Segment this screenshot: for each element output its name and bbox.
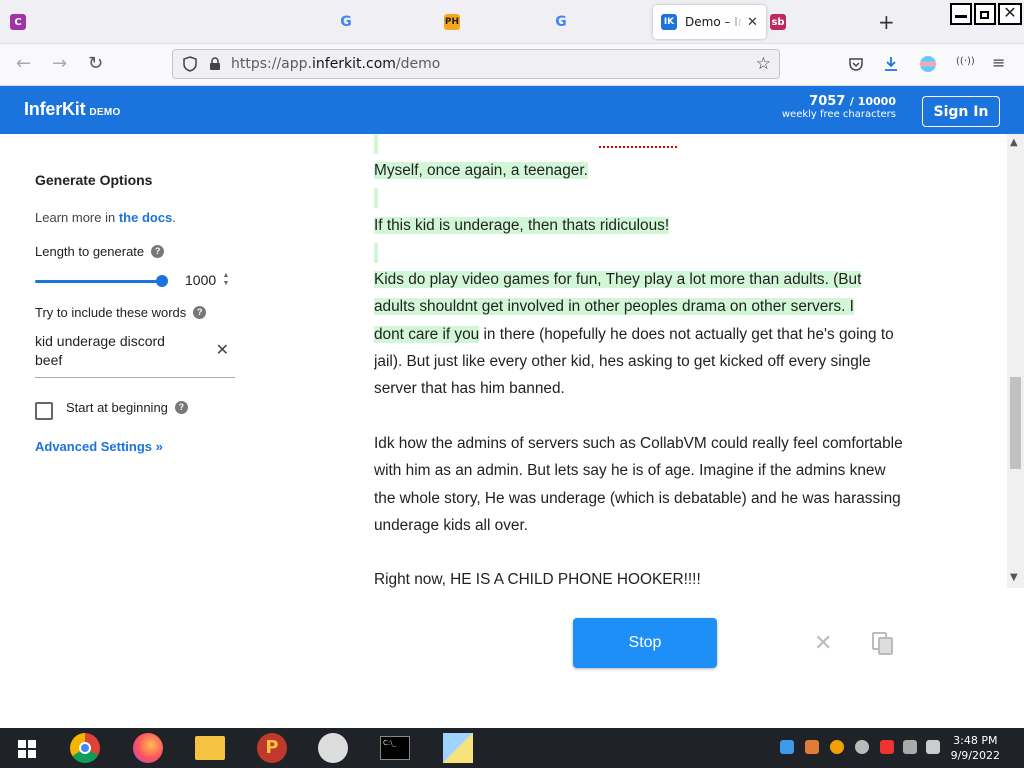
profile-avatar-icon[interactable]: [920, 56, 936, 72]
windows-taskbar: P C:\_ 3:48 PM 9/9/2022: [0, 728, 1024, 768]
length-slider-thumb[interactable]: [156, 275, 168, 287]
tab-title: Demo – InferKit: [685, 15, 743, 29]
text-paragraph: Right now, HE IS A CHILD PHONE HOOKER!!!…: [374, 571, 701, 588]
volume-icon[interactable]: [926, 740, 940, 754]
sticky-notes-icon[interactable]: [443, 733, 473, 763]
file-explorer-icon[interactable]: [195, 736, 225, 760]
sign-in-button[interactable]: Sign In: [922, 96, 1000, 127]
stop-button[interactable]: Stop: [573, 618, 717, 668]
restore-icon[interactable]: [974, 3, 996, 25]
tab-inferkit-demo[interactable]: IK Demo – InferKit ✕: [653, 5, 766, 39]
advanced-settings-link[interactable]: Advanced Settings »: [35, 439, 163, 454]
back-arrow-icon[interactable]: ←: [16, 53, 31, 74]
scroll-down-icon[interactable]: ▼: [1010, 572, 1018, 583]
tab-ph[interactable]: PH: [444, 5, 460, 39]
docs-link[interactable]: the docs: [119, 210, 172, 225]
network-icon[interactable]: [903, 740, 917, 754]
text-paragraph: If this kid is underage, then thats ridi…: [374, 216, 670, 234]
tray-app-icon[interactable]: [780, 740, 794, 754]
lock-icon[interactable]: [209, 57, 221, 71]
forward-arrow-icon[interactable]: →: [52, 53, 67, 74]
credits-counter: 7057 / 10000 weekly free characters: [781, 94, 896, 120]
tab-google-2[interactable]: G: [553, 5, 569, 39]
tab-sb[interactable]: sb: [770, 5, 786, 39]
options-title: Generate Options: [35, 172, 153, 188]
navigation-bar: ← → ↻ https://app.inferkit.com/demo ☆ ((…: [0, 44, 1024, 86]
close-tab-icon[interactable]: ✕: [747, 15, 758, 30]
windows-start-icon[interactable]: [18, 740, 36, 758]
start-at-beginning-label: Start at beginning?: [66, 400, 188, 415]
ph-favicon-icon: PH: [444, 14, 460, 30]
clear-words-icon[interactable]: ✕: [216, 340, 229, 360]
learn-more-text: Learn more in the docs.: [35, 210, 176, 225]
pocket-icon[interactable]: [848, 56, 864, 72]
download-icon[interactable]: [883, 56, 899, 72]
url-text[interactable]: https://app.inferkit.com/demo: [231, 56, 440, 72]
close-window-icon[interactable]: ✕: [998, 3, 1022, 25]
tray-app-icon[interactable]: [855, 740, 869, 754]
length-label: Length to generate?: [35, 244, 165, 259]
length-slider-track[interactable]: [35, 280, 165, 283]
length-spinner-icon[interactable]: ▲ ▼: [220, 272, 232, 288]
text-paragraph: Idk how the admins of servers such as Co…: [374, 434, 903, 534]
sb-favicon-icon: sb: [770, 14, 786, 30]
help-icon[interactable]: ?: [151, 245, 165, 258]
inferkit-logo[interactable]: InferKit DEMO: [24, 99, 121, 120]
scroll-up-icon[interactable]: ▲: [1010, 137, 1018, 148]
clear-text-icon[interactable]: ✕: [814, 631, 832, 656]
terminal-icon[interactable]: C:\_: [380, 736, 410, 760]
system-clock[interactable]: 3:48 PM 9/9/2022: [951, 733, 1000, 763]
tray-search-icon[interactable]: [830, 740, 844, 754]
copy-icon[interactable]: [872, 632, 894, 656]
tab-google-1[interactable]: G: [338, 5, 354, 39]
length-value[interactable]: 1000: [185, 272, 216, 288]
snipping-tool-icon[interactable]: [318, 733, 348, 763]
inferkit-favicon-icon: IK: [661, 14, 677, 30]
shield-icon[interactable]: [183, 56, 197, 72]
c-favicon-icon: C: [10, 14, 26, 30]
scrollbar-thumb[interactable]: [1010, 377, 1021, 469]
tray-flag-icon[interactable]: [880, 740, 894, 754]
help-icon[interactable]: ?: [174, 401, 188, 414]
reload-icon[interactable]: ↻: [88, 53, 103, 74]
chrome-icon[interactable]: [70, 733, 100, 763]
content-scrollbar[interactable]: ▲ ▼: [1007, 134, 1024, 588]
tab-c[interactable]: C: [10, 5, 26, 39]
menu-hamburger-icon[interactable]: ≡: [992, 55, 1008, 72]
app-header: InferKit DEMO 7057 / 10000 weekly free ch…: [0, 86, 1024, 134]
address-bar[interactable]: https://app.inferkit.com/demo ☆: [172, 49, 780, 79]
tray-app-icon[interactable]: [805, 740, 819, 754]
start-at-beginning-checkbox[interactable]: [35, 402, 53, 420]
extension-icon[interactable]: ((·)): [956, 56, 975, 72]
generated-text-area[interactable]: Myself, once again, a teenager. If this …: [374, 134, 904, 588]
google-favicon-icon: G: [555, 14, 567, 30]
text-paragraph: Myself, once again, a teenager.: [374, 162, 588, 179]
new-tab-icon[interactable]: +: [878, 10, 895, 34]
text-paragraph: Kids do play video games for fun, They p…: [374, 271, 894, 398]
words-input[interactable]: kid underage discord beef ✕: [35, 332, 235, 378]
words-label: Try to include these words?: [35, 305, 207, 320]
app-p-icon[interactable]: P: [257, 733, 287, 763]
help-icon[interactable]: ?: [193, 306, 207, 319]
firefox-icon[interactable]: [133, 733, 163, 763]
bookmark-star-icon[interactable]: ☆: [756, 54, 771, 74]
minimize-icon[interactable]: [950, 3, 972, 25]
google-favicon-icon: G: [340, 14, 352, 30]
browser-tab-strip: C G PH G IK Demo – InferKit ✕ sb + ✕: [0, 0, 1024, 44]
